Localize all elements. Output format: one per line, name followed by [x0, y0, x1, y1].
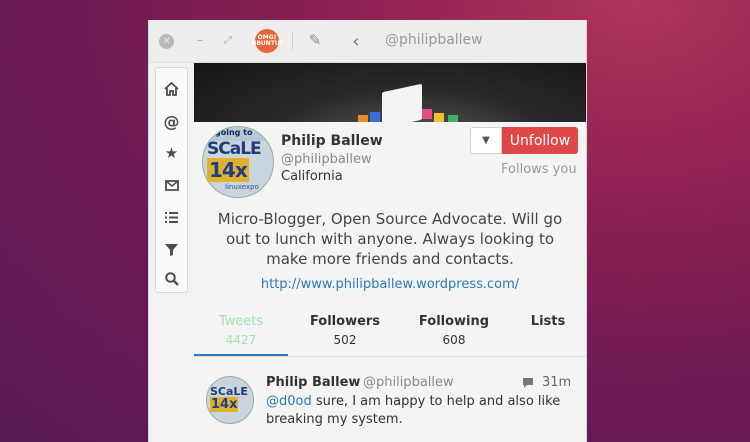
at-icon[interactable]: @: [156, 108, 187, 134]
profile-bio: Micro-Blogger, Open Source Advocate. Wil…: [217, 210, 563, 268]
tweet-text: @d0od sure, I am happy to help and also …: [266, 393, 576, 429]
lists-label: Lists: [530, 314, 566, 329]
tab-lists[interactable]: Lists: [520, 314, 576, 329]
chevron-down-icon[interactable]: ▼: [470, 127, 502, 154]
tab-following[interactable]: Following 608: [406, 314, 502, 347]
back-chevron-icon[interactable]: ‹: [349, 30, 363, 52]
tab-tweets[interactable]: Tweets 4427: [204, 314, 278, 347]
unfollow-button[interactable]: Unfollow: [502, 127, 578, 154]
avatar-text: 14x: [207, 158, 249, 182]
following-label: Following: [418, 314, 490, 329]
search-icon[interactable]: [156, 266, 187, 292]
pencil-icon[interactable]: ✎: [306, 30, 324, 50]
banner-block: [358, 115, 368, 122]
profile-avatar[interactable]: going to SCaLE 14x linuxexpo: [202, 126, 274, 198]
sidebar: @ ★: [155, 67, 188, 293]
tweets-label: Tweets: [218, 314, 264, 329]
envelope-icon[interactable]: [156, 172, 187, 198]
profile-view: going to SCaLE 14x linuxexpo Philip Ball…: [194, 63, 586, 442]
banner-block: [422, 109, 432, 119]
home-icon[interactable]: [156, 76, 187, 102]
avatar-text: going to: [215, 128, 253, 137]
banner-image: [382, 83, 422, 122]
star-icon[interactable]: ★: [156, 140, 187, 166]
minimize-icon[interactable]: –: [193, 32, 207, 48]
tweet-avatar[interactable]: SCaLE 14x: [206, 376, 254, 424]
avatar-text: SCaLE: [207, 139, 262, 159]
profile-stats: Tweets 4427 Followers 502 Following 608 …: [194, 314, 586, 358]
profile-banner: [194, 63, 586, 122]
profile-location: California: [281, 169, 343, 184]
avatar-text: linuxexpo: [225, 183, 259, 191]
reply-icon[interactable]: [522, 377, 534, 389]
window-title: @philipballew: [385, 32, 483, 48]
tweet-author-handle[interactable]: @philipballew: [363, 375, 454, 390]
list-icon[interactable]: [156, 204, 187, 230]
profile-url[interactable]: http://www.philipballew.wordpress.com/: [194, 277, 586, 292]
following-count: 608: [442, 333, 466, 347]
tweet-item[interactable]: SCaLE 14x Philip Ballew @philipballew 31…: [194, 363, 586, 442]
follows-you-label: Follows you: [501, 162, 577, 177]
followers-label: Followers: [309, 314, 381, 329]
filter-icon[interactable]: [156, 236, 187, 262]
maximize-icon[interactable]: ⤢: [221, 32, 235, 48]
divider: [194, 356, 586, 357]
account-avatar[interactable]: OMG! UBUNTU!: [251, 29, 283, 53]
title-bar: ✕ – ⤢ OMG! UBUNTU! ✎ ‹ @philipballew: [149, 20, 586, 63]
divider: [292, 32, 293, 50]
banner-block: [434, 113, 444, 122]
tweets-count: 4427: [225, 333, 257, 347]
tweet-mention[interactable]: @d0od: [266, 394, 312, 409]
profile-handle: @philipballew: [281, 152, 372, 167]
tweet-author-name[interactable]: Philip Ballew: [266, 375, 360, 390]
tweet-timestamp: 31m: [542, 375, 572, 390]
close-icon[interactable]: ✕: [159, 34, 174, 49]
tab-followers[interactable]: Followers 502: [299, 314, 391, 347]
banner-block: [448, 115, 458, 122]
profile-name: Philip Ballew: [281, 133, 383, 149]
app-window: ✕ – ⤢ OMG! UBUNTU! ✎ ‹ @philipballew @ ★: [148, 20, 587, 442]
banner-block: [370, 112, 380, 122]
followers-count: 502: [333, 333, 357, 347]
follow-controls: ▼ Unfollow: [470, 127, 578, 154]
avatar-text: 14x: [210, 397, 239, 412]
